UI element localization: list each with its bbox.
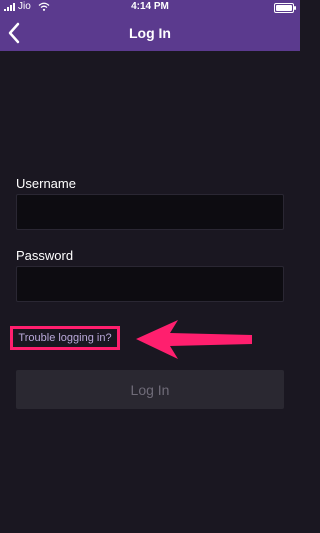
trouble-highlight-box: Trouble logging in? xyxy=(10,326,120,350)
trouble-logging-in-link[interactable]: Trouble logging in? xyxy=(18,332,111,344)
username-label: Username xyxy=(16,176,76,191)
battery-icon xyxy=(274,3,296,13)
status-time: 4:14 PM xyxy=(131,1,169,12)
username-input[interactable] xyxy=(17,195,283,229)
password-input[interactable] xyxy=(17,267,283,301)
status-bar: Jio 4:14 PM xyxy=(0,0,300,14)
password-field[interactable] xyxy=(16,266,284,302)
username-field[interactable] xyxy=(16,194,284,230)
nav-header: Jio 4:14 PM Log In xyxy=(0,0,300,51)
login-button[interactable]: Log In xyxy=(16,370,284,409)
password-label: Password xyxy=(16,248,74,263)
page-title: Log In xyxy=(129,25,171,41)
arrow-left-icon xyxy=(136,320,252,359)
